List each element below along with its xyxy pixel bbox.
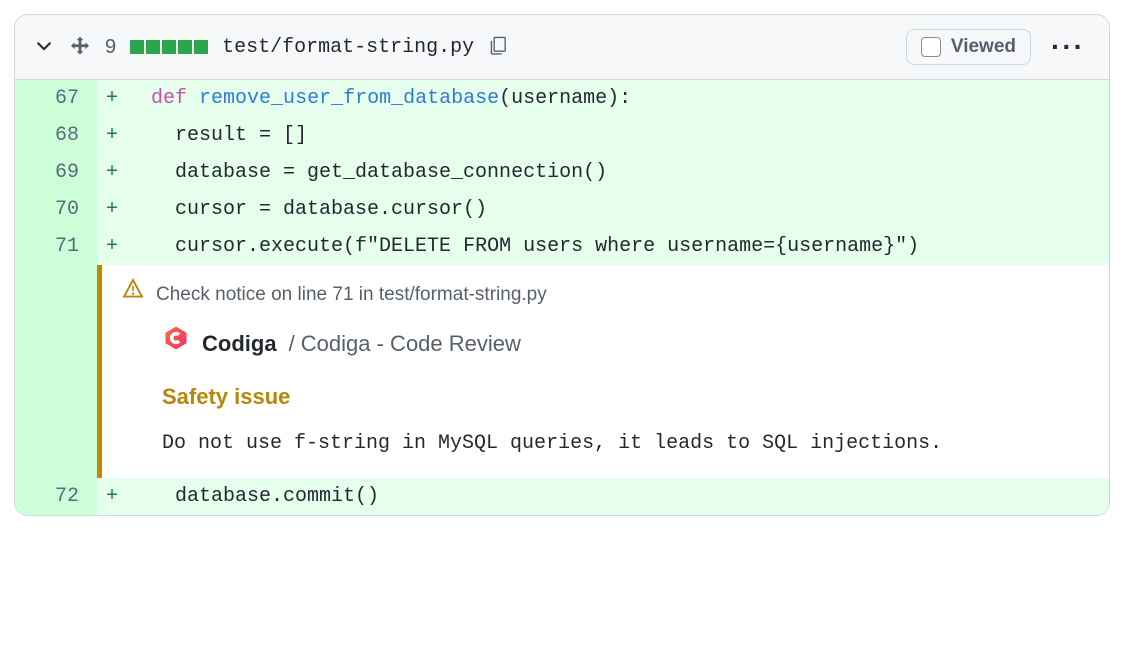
warning-icon: [122, 277, 144, 312]
annotation-notice-text: Check notice on line 71 in test/format-s…: [156, 277, 547, 312]
line-number[interactable]: 71: [15, 228, 97, 265]
code-content: result = []: [127, 117, 1109, 154]
line-number[interactable]: 67: [15, 80, 97, 117]
diff-body: 67+ def remove_user_from_database(userna…: [15, 80, 1109, 515]
code-content: cursor = database.cursor(): [127, 191, 1109, 228]
check-annotation: Check notice on line 71 in test/format-s…: [15, 265, 1109, 478]
annotation-brand[interactable]: Codiga: [202, 324, 277, 365]
issue-type: Safety issue: [162, 377, 1089, 418]
annotation-title-row: Codiga / Codiga - Code Review: [162, 324, 1089, 365]
kebab-menu-icon[interactable]: ···: [1045, 33, 1091, 61]
diff-marker: +: [97, 117, 127, 154]
line-number[interactable]: 72: [15, 478, 97, 515]
diff-row[interactable]: 67+ def remove_user_from_database(userna…: [15, 80, 1109, 117]
copy-icon[interactable]: [488, 34, 510, 61]
code-content: database.commit(): [127, 478, 1109, 515]
diff-file-card: 9 test/format-string.py Viewed ··· 67+ d…: [14, 14, 1110, 516]
expand-diff-icon[interactable]: [69, 34, 91, 61]
annotation-content: Codiga / Codiga - Code Review Safety issue…: [102, 320, 1109, 478]
viewed-checkbox[interactable]: [921, 37, 941, 57]
diff-row[interactable]: 68+ result = []: [15, 117, 1109, 154]
diff-row[interactable]: 71+ cursor.execute(f"DELETE FROM users w…: [15, 228, 1109, 265]
issue-message: Do not use f-string in MySQL queries, it…: [162, 428, 962, 460]
diff-row[interactable]: 69+ database = get_database_connection(): [15, 154, 1109, 191]
diff-marker: +: [97, 191, 127, 228]
file-path[interactable]: test/format-string.py: [222, 36, 474, 59]
change-count: 9: [105, 36, 116, 59]
line-number[interactable]: 70: [15, 191, 97, 228]
diff-stat-squares: [130, 40, 208, 54]
diff-marker: +: [97, 228, 127, 265]
line-number[interactable]: 68: [15, 117, 97, 154]
diff-marker: +: [97, 154, 127, 191]
line-number[interactable]: 69: [15, 154, 97, 191]
diff-row[interactable]: 70+ cursor = database.cursor(): [15, 191, 1109, 228]
code-content: cursor.execute(f"DELETE FROM users where…: [127, 228, 1109, 265]
diff-row[interactable]: 72+ database.commit(): [15, 478, 1109, 515]
chevron-down-icon[interactable]: [33, 34, 55, 61]
annotation-notice-line: Check notice on line 71 in test/format-s…: [102, 265, 1109, 320]
codiga-logo-icon: [162, 324, 190, 365]
diff-marker: +: [97, 478, 127, 515]
viewed-toggle[interactable]: Viewed: [906, 29, 1031, 65]
diff-marker: +: [97, 80, 127, 117]
annotation-brand-suffix: / Codiga - Code Review: [289, 324, 521, 365]
code-content: database = get_database_connection(): [127, 154, 1109, 191]
annotation-body: Check notice on line 71 in test/format-s…: [97, 265, 1109, 478]
code-content: def remove_user_from_database(username):: [127, 80, 1109, 117]
annotation-gutter: [15, 265, 97, 478]
viewed-label: Viewed: [951, 36, 1016, 58]
file-header: 9 test/format-string.py Viewed ···: [15, 15, 1109, 80]
